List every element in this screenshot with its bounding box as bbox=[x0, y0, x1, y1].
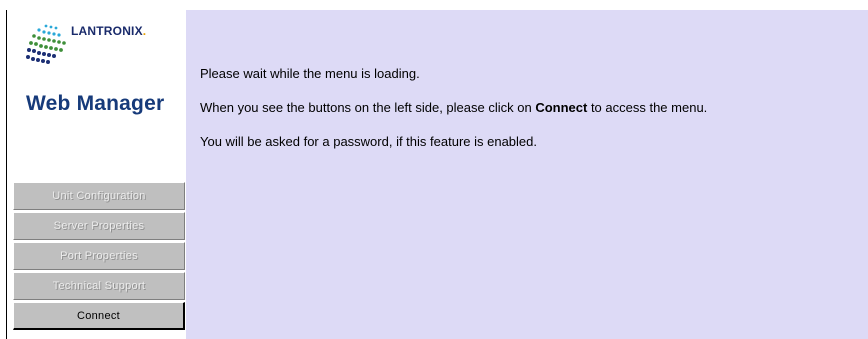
unit-configuration-button[interactable]: Unit Configuration bbox=[13, 182, 185, 210]
technical-support-button[interactable]: Technical Support bbox=[13, 272, 185, 300]
instruction-text-after: to access the menu. bbox=[587, 100, 708, 115]
instruction-connect-emphasis: Connect bbox=[535, 100, 588, 115]
logo-wordmark: LANTRONIX. bbox=[71, 24, 147, 38]
password-message: You will be asked for a password, if thi… bbox=[200, 134, 537, 149]
server-properties-button[interactable]: Server Properties bbox=[13, 212, 185, 240]
instruction-text-before: When you see the buttons on the left sid… bbox=[200, 100, 536, 115]
navigation-menu: Unit Configuration Server Properties Por… bbox=[13, 182, 185, 332]
loading-message: Please wait while the menu is loading. bbox=[200, 66, 420, 81]
sidebar: LANTRONIX. Web Manager Unit Configuratio… bbox=[7, 10, 186, 339]
content-panel: Please wait while the menu is loading. W… bbox=[186, 10, 868, 339]
app-title: Web Manager bbox=[26, 92, 165, 115]
instruction-message: When you see the buttons on the left sid… bbox=[200, 100, 707, 115]
connect-button[interactable]: Connect bbox=[13, 302, 185, 330]
port-properties-button[interactable]: Port Properties bbox=[13, 242, 185, 270]
logo-mark-icon bbox=[26, 24, 66, 64]
lantronix-logo: LANTRONIX. bbox=[24, 22, 184, 80]
